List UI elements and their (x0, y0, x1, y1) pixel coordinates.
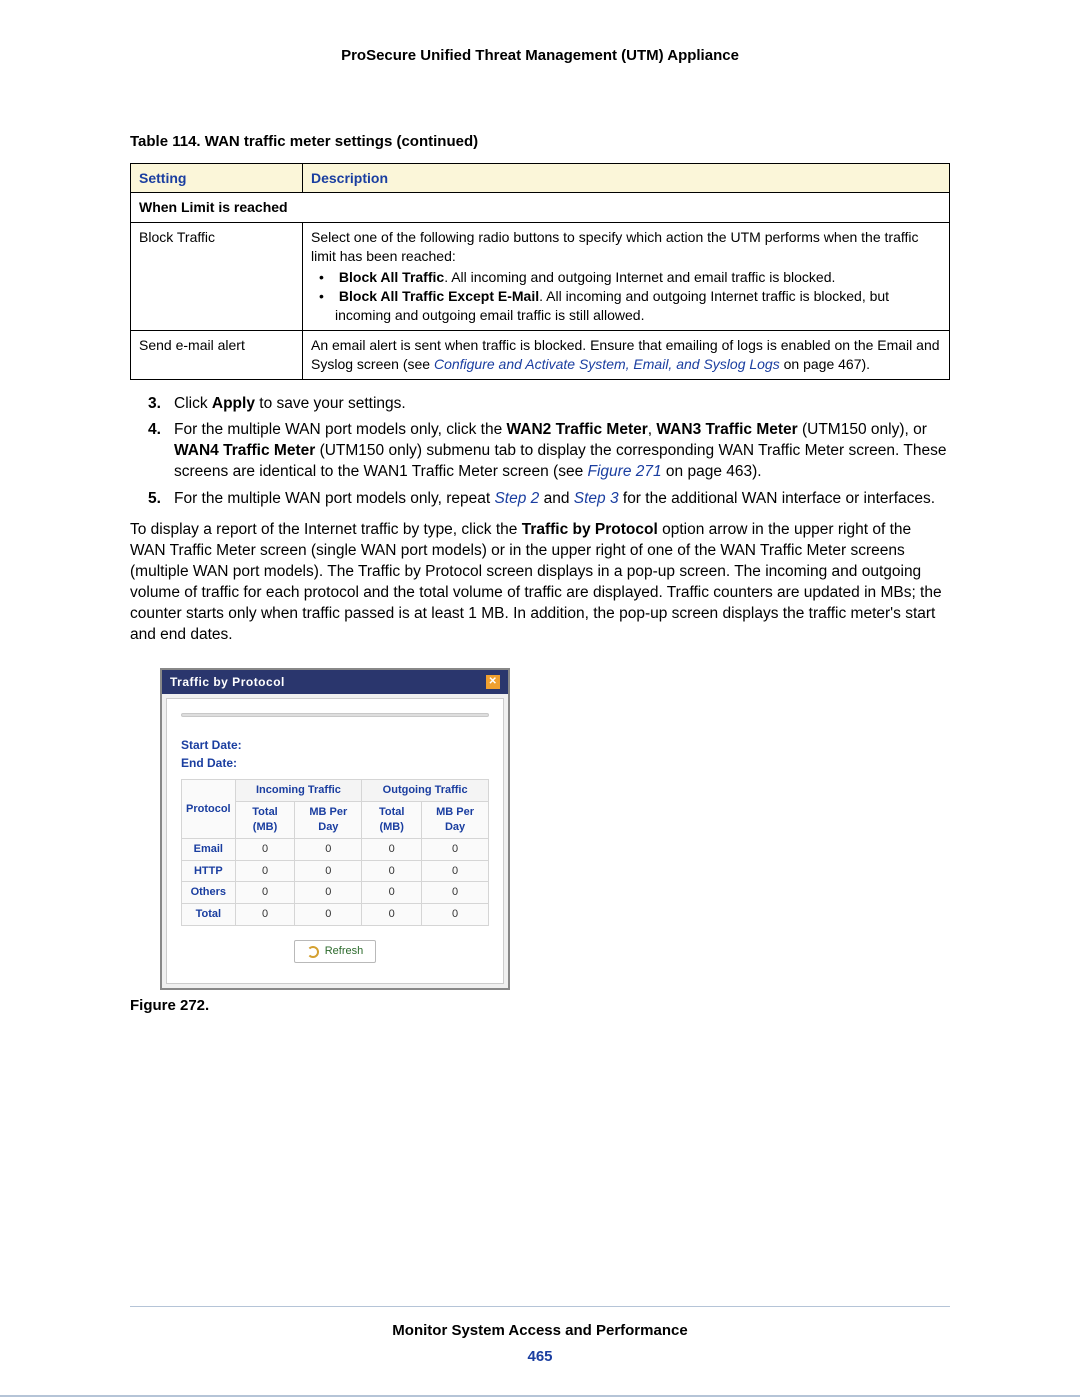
popup-titlebar: Traffic by Protocol ✕ (162, 670, 508, 694)
step-bold: WAN4 Traffic Meter (174, 442, 315, 459)
bullet-term: Block All Traffic Except E-Mail (339, 288, 539, 304)
cell: 0 (235, 904, 295, 926)
cell: 0 (362, 882, 422, 904)
apply-bold: Apply (212, 395, 255, 412)
step-4: For the multiple WAN port models only, c… (148, 420, 950, 483)
th-sub: Total (MB) (235, 802, 295, 839)
cell: 0 (295, 882, 362, 904)
table-row: Others 0 0 0 0 (182, 882, 489, 904)
cell: 0 (295, 904, 362, 926)
step-text: For the multiple WAN port models only, c… (174, 421, 507, 438)
step-text: for the additional WAN interface or inte… (619, 490, 935, 507)
separator (181, 713, 489, 717)
description-cell: An email alert is sent when traffic is b… (303, 330, 950, 379)
protocol-traffic-table: Protocol Incoming Traffic Outgoing Traff… (181, 779, 489, 926)
cell: 0 (295, 860, 362, 882)
cell: 0 (422, 882, 489, 904)
figure-caption: Figure 272. (130, 996, 950, 1016)
th-incoming: Incoming Traffic (235, 780, 362, 802)
table-row: Total 0 0 0 0 (182, 904, 489, 926)
step-bold: WAN3 Traffic Meter (656, 421, 797, 438)
table-row: Email 0 0 0 0 (182, 838, 489, 860)
th-description: Description (303, 163, 950, 193)
desc-intro: Select one of the following radio button… (311, 229, 919, 264)
document-title: ProSecure Unified Threat Management (UTM… (130, 46, 950, 66)
traffic-by-protocol-popup: Traffic by Protocol ✕ Start Date: End Da… (160, 668, 510, 990)
desc-bullet: Block All Traffic Except E-Mail. All inc… (335, 287, 941, 325)
step-text: and (539, 490, 573, 507)
step-text: (UTM150 only), or (798, 421, 927, 438)
th-sub: MB Per Day (295, 802, 362, 839)
refresh-button[interactable]: Refresh (294, 940, 377, 963)
refresh-label: Refresh (325, 944, 364, 959)
table-caption: Table 114. WAN traffic meter settings (c… (130, 132, 950, 152)
cell: 0 (362, 860, 422, 882)
th-sub: MB Per Day (422, 802, 489, 839)
th-setting: Setting (131, 163, 303, 193)
footer-chapter-title: Monitor System Access and Performance (0, 1321, 1080, 1341)
table-row: Block Traffic Select one of the followin… (131, 223, 950, 330)
setting-cell: Block Traffic (131, 223, 303, 330)
wan-traffic-settings-table: Setting Description When Limit is reache… (130, 163, 950, 380)
refresh-icon (307, 946, 319, 958)
cell: 0 (422, 860, 489, 882)
footer-rule (130, 1306, 950, 1307)
popup-title: Traffic by Protocol (170, 674, 285, 690)
cell: 0 (235, 860, 295, 882)
bullet-text: . All incoming and outgoing Internet and… (444, 269, 835, 285)
bullet-term: Block All Traffic (339, 269, 444, 285)
table-row: Send e-mail alert An email alert is sent… (131, 330, 950, 379)
th-protocol: Protocol (182, 780, 236, 839)
para-text: option arrow in the upper right of the W… (130, 521, 942, 643)
step-3: Click Apply to save your settings. (148, 394, 950, 415)
step-text: For the multiple WAN port models only, r… (174, 490, 494, 507)
link-figure-271[interactable]: Figure 271 (588, 463, 662, 480)
table-row: HTTP 0 0 0 0 (182, 860, 489, 882)
step-bold: WAN2 Traffic Meter (507, 421, 648, 438)
page-number: 465 (0, 1347, 1080, 1367)
cell: 0 (362, 904, 422, 926)
step-text: to save your settings. (255, 395, 406, 412)
row-label: Email (182, 838, 236, 860)
cell: 0 (422, 904, 489, 926)
section-heading: When Limit is reached (131, 193, 950, 223)
body-paragraph: To display a report of the Internet traf… (130, 520, 950, 646)
step-text: Click (174, 395, 212, 412)
th-outgoing: Outgoing Traffic (362, 780, 489, 802)
row-label: Total (182, 904, 236, 926)
start-date-label: Start Date: (181, 737, 489, 753)
cell: 0 (362, 838, 422, 860)
para-text: To display a report of the Internet traf… (130, 521, 522, 538)
end-date-label: End Date: (181, 755, 489, 771)
cell: 0 (295, 838, 362, 860)
row-label: HTTP (182, 860, 236, 882)
cell: 0 (235, 882, 295, 904)
traffic-by-protocol-bold: Traffic by Protocol (522, 521, 658, 538)
row-label: Others (182, 882, 236, 904)
close-icon[interactable]: ✕ (486, 675, 500, 689)
link-step-2[interactable]: Step 2 (494, 490, 539, 507)
description-cell: Select one of the following radio button… (303, 223, 950, 330)
th-sub: Total (MB) (362, 802, 422, 839)
desc-text: on page 467). (780, 356, 870, 372)
setting-cell: Send e-mail alert (131, 330, 303, 379)
link-step-3[interactable]: Step 3 (574, 490, 619, 507)
step-text: on page 463). (662, 463, 762, 480)
cell: 0 (422, 838, 489, 860)
link-configure-logs[interactable]: Configure and Activate System, Email, an… (434, 356, 780, 372)
desc-bullet: Block All Traffic. All incoming and outg… (335, 268, 941, 287)
step-5: For the multiple WAN port models only, r… (148, 489, 950, 510)
cell: 0 (235, 838, 295, 860)
